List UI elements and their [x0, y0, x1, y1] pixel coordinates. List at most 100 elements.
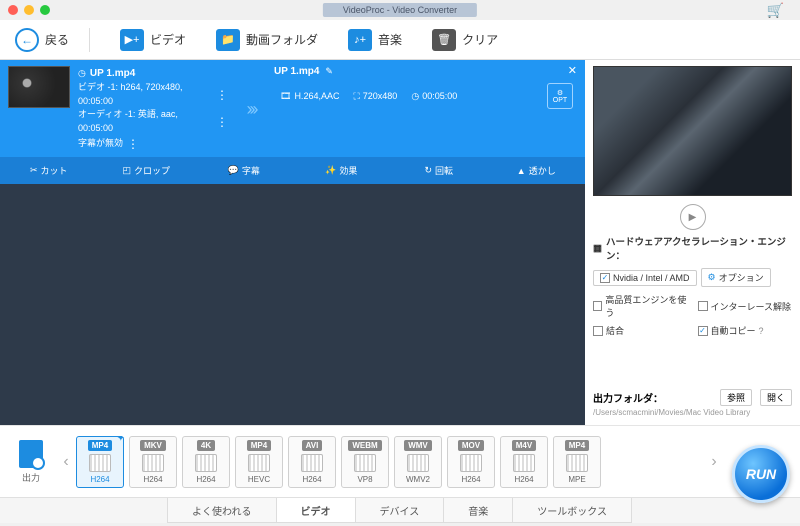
- deinterlace-checkbox[interactable]: インターレース解除: [698, 293, 793, 319]
- open-folder-button[interactable]: 開く: [760, 389, 792, 406]
- side-panel: ▶ ▦ハードウェアアクセラレーション・エンジン： ✓Nvidia / Intel…: [585, 60, 800, 425]
- reel-icon: [142, 454, 164, 472]
- format-wmv-wmv2[interactable]: WMVWMV2: [394, 436, 442, 488]
- clear-label: クリア: [462, 31, 498, 48]
- rotate-button[interactable]: ↻回転: [390, 161, 488, 180]
- music-label: 音楽: [378, 31, 402, 48]
- titlebar: VideoProc - Video Converter 🛒: [0, 0, 800, 20]
- subtitle-icon: 💬: [228, 165, 239, 176]
- video-track-menu-icon[interactable]: ⋮: [216, 86, 228, 104]
- watermark-button[interactable]: ▲透かし: [488, 161, 586, 180]
- add-folder-button[interactable]: 📁 動画フォルダ: [216, 29, 318, 51]
- format-mov-h264[interactable]: MOVH264: [447, 436, 495, 488]
- output-info: UP 1.mp4 ✎ 🎞H.264,AAC ⛶720x480 ◷00:05:00…: [274, 66, 577, 109]
- reel-icon: [513, 454, 535, 472]
- zoom-window-icon[interactable]: [40, 5, 50, 15]
- wand-icon: ✨: [325, 165, 336, 176]
- format-name: M4V: [512, 440, 536, 451]
- minimize-window-icon[interactable]: [24, 5, 34, 15]
- play-button[interactable]: ▶: [680, 204, 706, 230]
- audio-track-menu-icon[interactable]: ⋮: [216, 113, 228, 131]
- film-icon: 🎞: [280, 91, 291, 102]
- output-codec[interactable]: 🎞H.264,AAC: [280, 91, 339, 102]
- close-window-icon[interactable]: [8, 5, 18, 15]
- source-filename: UP 1.mp4: [90, 66, 135, 81]
- effect-button[interactable]: ✨効果: [293, 161, 391, 180]
- format-name: MKV: [140, 440, 166, 451]
- back-button[interactable]: ← 戻る: [15, 28, 69, 52]
- tab-frequent[interactable]: よく使われる: [167, 498, 277, 523]
- format-sub: H264: [302, 475, 321, 484]
- settings-panel: ▦ハードウェアアクセラレーション・エンジン： ✓Nvidia / Intel /…: [593, 234, 792, 342]
- subtitle-menu-icon[interactable]: ⋮: [127, 135, 139, 153]
- crop-button[interactable]: ◰クロップ: [98, 161, 196, 180]
- scroll-left-button[interactable]: ‹: [56, 453, 76, 471]
- output-folder-section: 出力フォルダ： 参照 開く /Users/scmacmini/Movies/Ma…: [593, 389, 792, 417]
- add-music-button[interactable]: ♪+ 音楽: [348, 29, 402, 51]
- hw-vendors-checkbox[interactable]: ✓Nvidia / Intel / AMD: [593, 270, 697, 286]
- checkbox-icon: [593, 301, 602, 311]
- preview-window[interactable]: [593, 66, 792, 196]
- output-folder-label: 出力フォルダ：: [593, 390, 663, 405]
- format-mkv-h264[interactable]: MKVH264: [129, 436, 177, 488]
- output-duration[interactable]: ◷00:05:00: [411, 91, 457, 102]
- format-name: MP4: [247, 440, 271, 451]
- subtitle-button[interactable]: 💬字幕: [195, 161, 293, 180]
- source-info: ◷ UP 1.mp4 ビデオ -1: h264, 720x480, 00:05:…: [78, 66, 228, 153]
- video-list-pane: ✕ ◷ UP 1.mp4 ビデオ -1: h264, 720x480, 00:0…: [0, 60, 585, 425]
- format-4k-h264[interactable]: 4KH264: [182, 436, 230, 488]
- format-sub: H264: [90, 475, 109, 484]
- source-thumbnail[interactable]: [8, 66, 70, 108]
- run-button[interactable]: RUN: [732, 445, 790, 503]
- format-name: WMV: [404, 440, 432, 451]
- edit-name-icon[interactable]: ✎: [325, 66, 333, 77]
- format-mp4-mpe[interactable]: MP4MPE: [553, 436, 601, 488]
- format-name: MOV: [458, 440, 484, 451]
- help-icon[interactable]: ?: [759, 326, 764, 336]
- output-resolution[interactable]: ⛶720x480: [353, 91, 397, 102]
- expand-icon: ⛶: [353, 91, 359, 102]
- clock-icon: ◷: [78, 67, 86, 81]
- merge-checkbox[interactable]: 結合: [593, 324, 688, 337]
- checkbox-icon: ✓: [600, 273, 610, 283]
- output-format-bar: 出力 ‹ MP4H264MKVH2644KH264MP4HEVCAVIH264W…: [0, 425, 800, 497]
- clear-button[interactable]: 🗑 クリア: [432, 29, 498, 51]
- add-video-button[interactable]: ▶+ ビデオ: [120, 29, 186, 51]
- cut-button[interactable]: ✂カット: [0, 161, 98, 180]
- remove-card-icon[interactable]: ✕: [568, 64, 577, 77]
- format-avi-h264[interactable]: AVI H264: [288, 436, 336, 488]
- output-section-label[interactable]: 出力: [6, 440, 56, 484]
- trash-icon: 🗑: [432, 29, 456, 51]
- codec-gear-icon: ⚙: [557, 89, 563, 97]
- codec-option-button[interactable]: ⚙ OPT: [547, 83, 573, 109]
- autocopy-checkbox[interactable]: ✓自動コピー ?: [698, 324, 793, 337]
- output-folder-path: /Users/scmacmini/Movies/Mac Video Librar…: [593, 408, 792, 417]
- format-name: MP4: [88, 440, 112, 451]
- format-webm-vp8[interactable]: WEBMVP8: [341, 436, 389, 488]
- tab-device[interactable]: デバイス: [355, 498, 445, 523]
- folder-icon: 📁: [216, 29, 240, 51]
- main-area: ✕ ◷ UP 1.mp4 ビデオ -1: h264, 720x480, 00:0…: [0, 60, 800, 425]
- clock-icon: ◷: [411, 91, 419, 102]
- main-toolbar: ← 戻る ▶+ ビデオ 📁 動画フォルダ ♪+ 音楽 🗑 クリア: [0, 20, 800, 60]
- format-mp4-h264[interactable]: MP4 H264: [76, 436, 124, 488]
- cart-icon[interactable]: 🛒: [767, 2, 792, 19]
- reel-icon: [354, 454, 376, 472]
- browse-button[interactable]: 参照: [720, 389, 752, 406]
- format-name: AVI: [302, 440, 323, 451]
- format-sub: H264: [196, 475, 215, 484]
- video-card[interactable]: ✕ ◷ UP 1.mp4 ビデオ -1: h264, 720x480, 00:0…: [0, 60, 585, 184]
- format-mp4-hevc[interactable]: MP4HEVC: [235, 436, 283, 488]
- reel-icon: [301, 454, 323, 472]
- separator: [89, 28, 90, 52]
- scroll-right-button[interactable]: ›: [704, 453, 724, 471]
- format-m4v-h264[interactable]: M4VH264: [500, 436, 548, 488]
- video-label: ビデオ: [150, 31, 186, 48]
- tab-music[interactable]: 音楽: [443, 498, 513, 523]
- tab-toolbox[interactable]: ツールボックス: [512, 498, 632, 523]
- hq-engine-checkbox[interactable]: 高品質エンジンを使う: [593, 293, 688, 319]
- hw-accel-title: ▦ハードウェアアクセラレーション・エンジン：: [593, 234, 792, 262]
- hw-option-button[interactable]: ⚙オプション: [701, 268, 771, 287]
- window-title: VideoProc - Video Converter: [323, 3, 477, 17]
- tab-video[interactable]: ビデオ: [276, 498, 356, 523]
